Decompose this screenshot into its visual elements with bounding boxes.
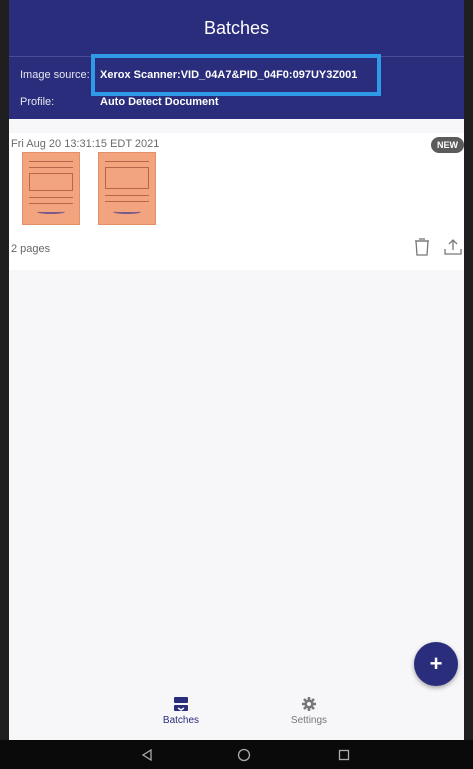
nav-batches[interactable]: Batches — [141, 696, 221, 726]
plus-icon: + — [429, 651, 443, 676]
page-thumbnail[interactable] — [22, 152, 80, 225]
bottom-navigation: Batches Settings — [9, 692, 464, 740]
home-icon[interactable] — [235, 746, 253, 764]
source-info-panel: Image source: Xerox Scanner:VID_04A7&PID… — [9, 56, 464, 119]
batch-card[interactable]: Fri Aug 20 13:31:15 EDT 2021 NEW 2 pages — [9, 133, 464, 270]
export-icon[interactable] — [442, 235, 464, 259]
profile-label: Profile: — [20, 96, 55, 108]
delete-icon[interactable] — [411, 235, 433, 259]
new-badge: NEW — [431, 137, 464, 153]
nav-settings-label: Settings — [290, 715, 328, 726]
app-bar: Batches — [9, 0, 464, 56]
app-frame: Batches Image source: Xerox Scanner:VID_… — [0, 0, 473, 769]
batches-icon — [174, 697, 188, 711]
page-count: 2 pages — [11, 243, 51, 255]
recents-icon[interactable] — [335, 746, 353, 764]
batch-date: Fri Aug 20 13:31:15 EDT 2021 — [11, 138, 160, 150]
nav-batches-label: Batches — [162, 715, 200, 726]
back-icon[interactable] — [138, 746, 156, 764]
image-source-label: Image source: — [20, 69, 90, 81]
page-title: Batches — [203, 17, 270, 38]
settings-gear-icon — [302, 697, 316, 711]
profile-value: Auto Detect Document — [100, 96, 219, 108]
page-thumbnail[interactable] — [98, 152, 156, 225]
add-batch-button[interactable]: + — [414, 642, 458, 686]
system-nav-bar — [0, 740, 473, 769]
image-source-value: Xerox Scanner:VID_04A7&PID_04F0:097UY3Z0… — [100, 69, 358, 81]
profile-row[interactable]: Profile: Auto Detect Document — [20, 92, 456, 112]
image-source-row[interactable]: Image source: Xerox Scanner:VID_04A7&PID… — [20, 65, 456, 85]
nav-settings[interactable]: Settings — [269, 696, 349, 726]
